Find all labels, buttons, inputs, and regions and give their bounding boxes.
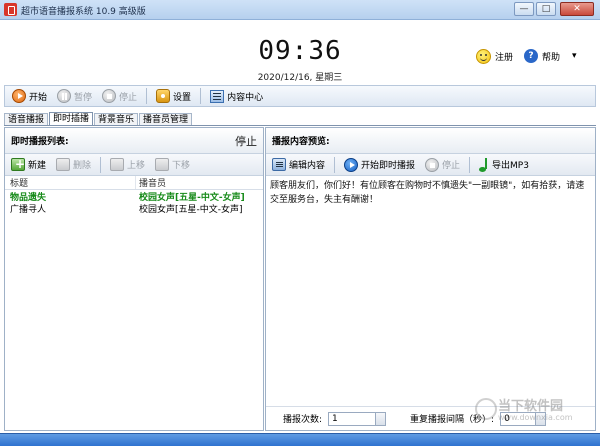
- count-label: 播报次数:: [283, 415, 323, 425]
- pause-icon: [57, 89, 72, 103]
- right-panel-header: 播报内容预览:: [266, 128, 595, 154]
- title-bar: 超市语音播报系统 10.9 高级版 — □ ✕: [0, 0, 600, 20]
- content-center-label: 内容中心: [227, 92, 264, 103]
- smiley-icon: [476, 49, 491, 64]
- toolbar-divider: [334, 156, 336, 173]
- table-row[interactable]: 广播寻人 校园女声[五星-中文-女声]: [5, 202, 263, 215]
- minimize-button[interactable]: —: [514, 2, 534, 16]
- delete-label: 删除: [73, 161, 92, 171]
- preview-panel: 播报内容预览: 编辑内容 开始即时播报 停止 导出MP3 顾客朋友们，你们好！有…: [265, 127, 596, 431]
- register-label: 注册: [495, 53, 514, 63]
- left-panel-title: 即时播报列表:: [11, 137, 69, 147]
- stop-icon: [425, 157, 440, 172]
- start-instant-button[interactable]: 开始即时播报: [341, 156, 418, 174]
- export-mp3-button[interactable]: 导出MP3: [476, 156, 532, 174]
- status-bar: [0, 433, 600, 446]
- pause-button[interactable]: 暂停: [54, 87, 95, 105]
- export-mp3-label: 导出MP3: [492, 161, 529, 171]
- register-link[interactable]: 注册: [476, 49, 513, 64]
- stop-instant-button[interactable]: 停止: [422, 156, 463, 174]
- tab-divider: [4, 125, 596, 126]
- move-down-label: 下移: [172, 161, 191, 171]
- toolbar-divider: [469, 156, 471, 173]
- toolbar-divider: [146, 88, 148, 104]
- toolbar-divider: [100, 156, 102, 173]
- list-header: 标题 播音员: [5, 176, 263, 190]
- preview-content: 顾客朋友们，你们好！有位顾客在购物时不慎遗失"一副眼镜"，如有拾获，请速交至服务…: [270, 181, 585, 205]
- right-panel-title: 播报内容预览:: [272, 137, 330, 147]
- instant-list-panel: 即时播报列表: 停止 新建 删除 上移 下移 标题 播音员 物品遗失 校园女声[…: [4, 127, 264, 431]
- move-up-button[interactable]: 上移: [107, 156, 148, 174]
- play-icon: [12, 89, 26, 103]
- window-title: 超市语音播报系统 10.9 高级版: [21, 7, 146, 17]
- settings-button[interactable]: 设置: [153, 87, 194, 105]
- tab-instant-broadcast[interactable]: 即时插播: [49, 112, 94, 126]
- move-up-icon: [110, 158, 125, 171]
- delete-button[interactable]: 删除: [53, 156, 94, 174]
- column-title[interactable]: 标题: [5, 176, 135, 189]
- start-instant-label: 开始即时播报: [361, 161, 416, 171]
- help-label: 帮助: [542, 52, 561, 63]
- content-center-icon: [210, 89, 225, 103]
- pause-label: 暂停: [74, 92, 93, 103]
- settings-icon: [156, 89, 171, 103]
- toolbar-divider: [200, 88, 202, 104]
- left-panel-toolbar: 新建 删除 上移 下移: [5, 154, 263, 176]
- playback-status: 停止: [235, 134, 257, 148]
- tab-strip: 语音播报 即时插播 背景音乐 播音员管理: [4, 112, 193, 126]
- row-title: 广播寻人: [10, 204, 47, 215]
- count-stepper[interactable]: 1: [328, 411, 387, 426]
- row-announcer: 校园女声[五星-中文-女声]: [139, 204, 243, 215]
- watermark: 当下软件园 www.downxia.com: [470, 395, 573, 422]
- stop-label: 停止: [119, 92, 138, 103]
- start-button[interactable]: 开始: [9, 87, 50, 105]
- move-down-button[interactable]: 下移: [152, 156, 193, 174]
- move-down-icon: [155, 158, 170, 171]
- start-label: 开始: [29, 92, 48, 103]
- chevron-down-icon[interactable]: ▾: [572, 51, 577, 61]
- column-announcer[interactable]: 播音员: [135, 176, 263, 189]
- settings-label: 设置: [173, 92, 192, 103]
- clock-date: 2020/12/16, 星期三: [257, 73, 343, 83]
- edit-icon: [272, 158, 286, 171]
- left-panel-header: 即时播报列表: 停止: [5, 128, 263, 154]
- table-row[interactable]: 物品遗失 校园女声[五星-中文-女声]: [5, 190, 263, 203]
- app-icon: [4, 3, 17, 16]
- help-menu[interactable]: ? 帮助 ▾: [524, 49, 577, 63]
- watermark-url: www.downxia.com: [498, 413, 573, 422]
- close-button[interactable]: ✕: [560, 2, 594, 16]
- add-icon: [11, 157, 25, 171]
- stop-button[interactable]: 停止: [99, 87, 140, 105]
- stop-instant-label: 停止: [442, 161, 461, 171]
- delete-icon: [56, 158, 71, 171]
- watermark-name: 当下软件园: [498, 399, 564, 414]
- new-label: 新建: [28, 161, 47, 171]
- maximize-button[interactable]: □: [536, 2, 556, 16]
- edit-content-button[interactable]: 编辑内容: [269, 156, 328, 174]
- new-button[interactable]: 新建: [8, 156, 49, 174]
- main-toolbar: 开始 暂停 停止 设置 内容中心: [4, 85, 596, 107]
- help-icon: ?: [524, 49, 538, 63]
- right-panel-toolbar: 编辑内容 开始即时播报 停止 导出MP3: [266, 154, 595, 176]
- music-note-icon: [479, 157, 489, 172]
- play-icon: [344, 157, 359, 172]
- edit-content-label: 编辑内容: [289, 161, 326, 171]
- stop-icon: [102, 89, 117, 103]
- content-center-button[interactable]: 内容中心: [207, 87, 266, 105]
- move-up-label: 上移: [127, 161, 146, 171]
